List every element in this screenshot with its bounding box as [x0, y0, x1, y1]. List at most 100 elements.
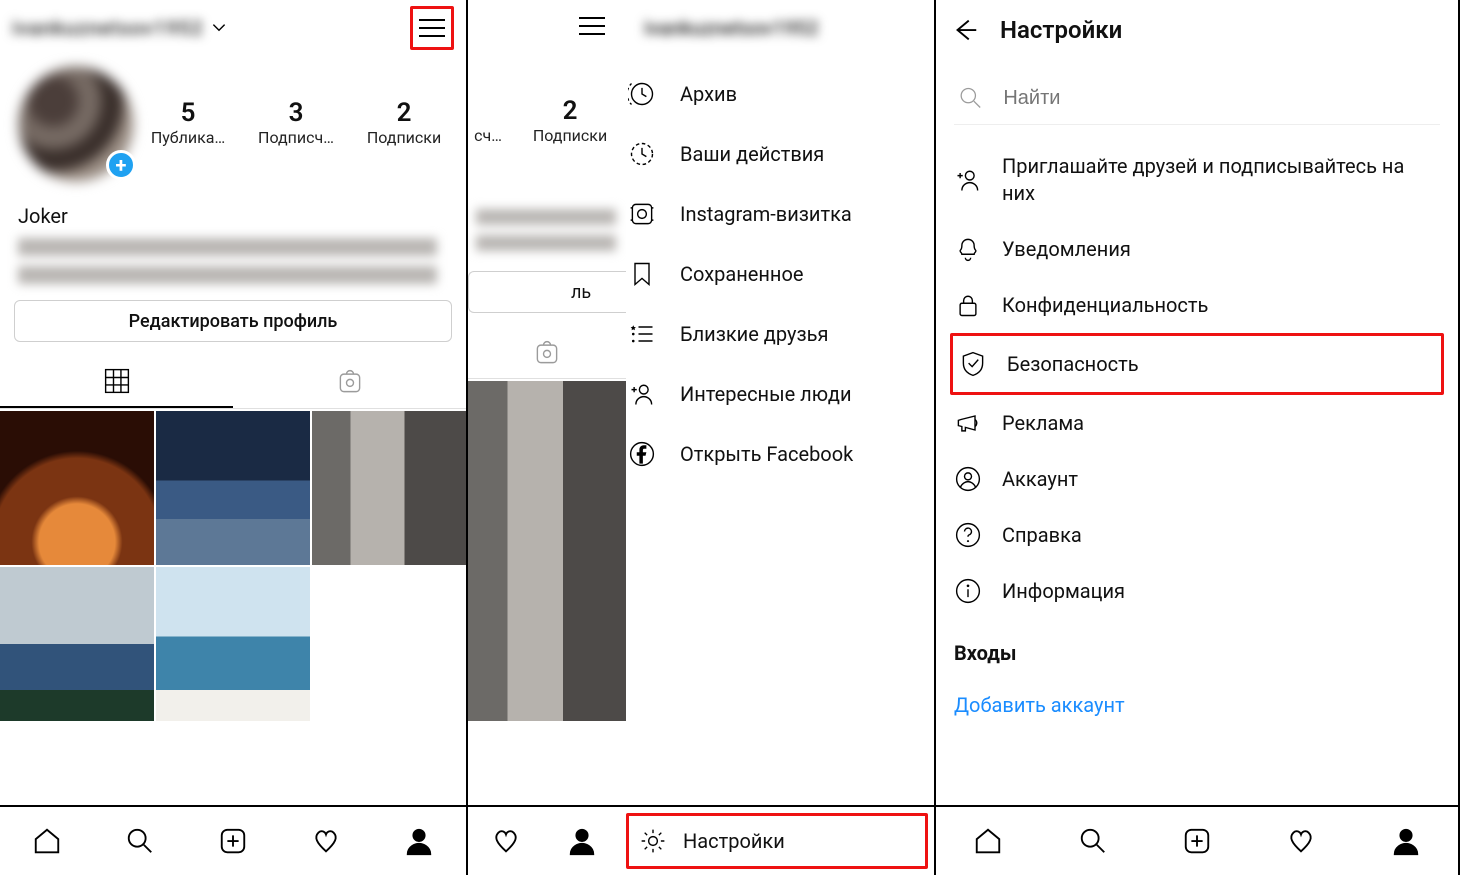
menu-item-label: Архив: [680, 82, 737, 106]
stat-following[interactable]: 2 Подписки: [530, 96, 610, 149]
menu-item-close-friends[interactable]: Близкие друзья: [626, 304, 934, 364]
stat-followers-fragment: 0 сч…: [468, 96, 508, 149]
new-post-icon[interactable]: [218, 826, 248, 856]
settings-item-privacy[interactable]: Конфиденциальность: [936, 277, 1458, 333]
avatar-container[interactable]: +: [18, 66, 134, 182]
settings-header: Настройки: [936, 0, 1458, 60]
facebook-icon: [628, 440, 656, 468]
menu-item-open-facebook[interactable]: Открыть Facebook: [626, 424, 934, 484]
profile-tabs: [0, 356, 466, 409]
side-menu-screen: 0 сч… 2 Подписки ль ivankuznetsov1952: [468, 0, 936, 875]
profile-underlay-fragment: 0 сч… 2 Подписки ль: [468, 0, 626, 875]
settings-label: Настройки: [683, 829, 785, 853]
grid-icon: [103, 367, 131, 395]
profile-icon[interactable]: [567, 826, 597, 856]
activity-heart-icon[interactable]: [311, 826, 341, 856]
stat-following-label: Подписки: [367, 128, 441, 147]
search-icon[interactable]: [1078, 826, 1108, 856]
edit-profile-label: Редактировать профиль: [129, 311, 338, 332]
settings-item-invite-friends[interactable]: Приглашайте друзей и подписывайтесь на н…: [936, 139, 1458, 221]
settings-screen: Настройки Приглашайте друзей и подписыва…: [936, 0, 1460, 875]
menu-item-saved[interactable]: Сохраненное: [626, 244, 934, 304]
edit-profile-button-fragment[interactable]: ль: [468, 271, 626, 313]
add-account-link[interactable]: Добавить аккаунт: [936, 675, 1458, 735]
post-thumb[interactable]: [0, 411, 154, 565]
stat-following-count: 2: [364, 98, 444, 128]
settings-search[interactable]: [954, 84, 1440, 125]
nametag-icon: [628, 200, 656, 228]
edit-profile-button[interactable]: Редактировать профиль: [14, 300, 452, 342]
settings-item-label: Аккаунт: [1002, 467, 1078, 491]
stat-frag-label: сч…: [474, 126, 502, 145]
bottom-nav: [936, 805, 1458, 875]
logins-heading: Входы: [936, 619, 1458, 675]
search-icon[interactable]: [125, 826, 155, 856]
discover-people-icon: [628, 380, 656, 408]
bio-text: [18, 234, 437, 284]
settings-item-label: Безопасность: [1007, 352, 1139, 376]
tagged-icon: [336, 368, 364, 396]
settings-item-about[interactable]: Информация: [936, 563, 1458, 619]
menu-item-your-activity[interactable]: Ваши действия: [626, 124, 934, 184]
tab-grid[interactable]: [0, 356, 233, 408]
posts-grid: [0, 411, 466, 721]
profile-screen: ivankuznetsov1952 + 5 Публика… 3 Подписч…: [0, 0, 468, 875]
menu-item-label: Открыть Facebook: [680, 442, 853, 466]
settings-item-label: Приглашайте друзей и подписывайтесь на н…: [1002, 153, 1440, 207]
settings-item-label: Реклама: [1002, 411, 1084, 435]
settings-item-help[interactable]: Справка: [936, 507, 1458, 563]
lock-icon: [954, 291, 982, 319]
hamburger-icon: [419, 27, 445, 29]
settings-title: Настройки: [1000, 16, 1122, 44]
stat-posts-count: 5: [148, 98, 228, 128]
megaphone-icon: [954, 409, 982, 437]
search-input[interactable]: [1003, 87, 1440, 110]
tab-tagged[interactable]: [233, 356, 466, 408]
post-thumb-fragment: [468, 381, 626, 721]
menu-item-archive[interactable]: Архив: [626, 64, 934, 124]
hamburger-icon: [579, 25, 605, 27]
info-icon: [954, 577, 982, 605]
activity-heart-icon[interactable]: [1286, 826, 1316, 856]
display-name: Joker: [0, 186, 466, 230]
settings-item-label: Справка: [1002, 523, 1082, 547]
settings-list: Приглашайте друзей и подписывайтесь на н…: [936, 133, 1458, 875]
username-dropdown[interactable]: ivankuznetsov1952: [12, 16, 228, 40]
menu-item-nametag[interactable]: Instagram-визитка: [626, 184, 934, 244]
post-thumb[interactable]: [156, 567, 310, 721]
menu-item-label: Близкие друзья: [680, 322, 828, 346]
add-friend-icon: [954, 166, 982, 194]
hamburger-menu-button[interactable]: [410, 6, 454, 50]
stat-posts[interactable]: 5 Публика…: [148, 98, 228, 151]
close-friends-icon: [628, 320, 656, 348]
menu-item-settings[interactable]: Настройки: [626, 813, 928, 869]
post-thumb[interactable]: [312, 411, 466, 565]
add-story-badge[interactable]: +: [106, 150, 136, 180]
home-icon[interactable]: [32, 826, 62, 856]
new-post-icon[interactable]: [1182, 826, 1212, 856]
tab-tagged-fragment[interactable]: [468, 327, 626, 379]
settings-item-security[interactable]: Безопасность: [950, 333, 1444, 395]
stat-following[interactable]: 2 Подписки: [364, 98, 444, 151]
side-menu-header: ivankuznetsov1952: [626, 0, 934, 56]
post-thumb[interactable]: [156, 411, 310, 565]
menu-item-label: Интересные люди: [680, 382, 852, 406]
settings-item-notifications[interactable]: Уведомления: [936, 221, 1458, 277]
back-arrow-icon[interactable]: [950, 15, 980, 45]
stat-followers[interactable]: 3 Подписч…: [256, 98, 336, 151]
hamburger-menu-button[interactable]: [570, 4, 614, 48]
side-menu-list: Архив Ваши действия Instagram-визитка Со…: [626, 56, 934, 875]
username-label: ivankuznetsov1952: [12, 16, 204, 40]
menu-item-discover-people[interactable]: Интересные люди: [626, 364, 934, 424]
profile-icon[interactable]: [1391, 826, 1421, 856]
home-icon[interactable]: [973, 826, 1003, 856]
activity-heart-icon[interactable]: [491, 826, 521, 856]
profile-icon[interactable]: [404, 826, 434, 856]
bookmark-icon: [628, 260, 656, 288]
side-menu-username: ivankuznetsov1952: [644, 16, 819, 40]
settings-item-account[interactable]: Аккаунт: [936, 451, 1458, 507]
settings-item-ads[interactable]: Реклама: [936, 395, 1458, 451]
post-thumb[interactable]: [0, 567, 154, 721]
gear-icon: [639, 827, 667, 855]
bottom-nav: [0, 805, 466, 875]
